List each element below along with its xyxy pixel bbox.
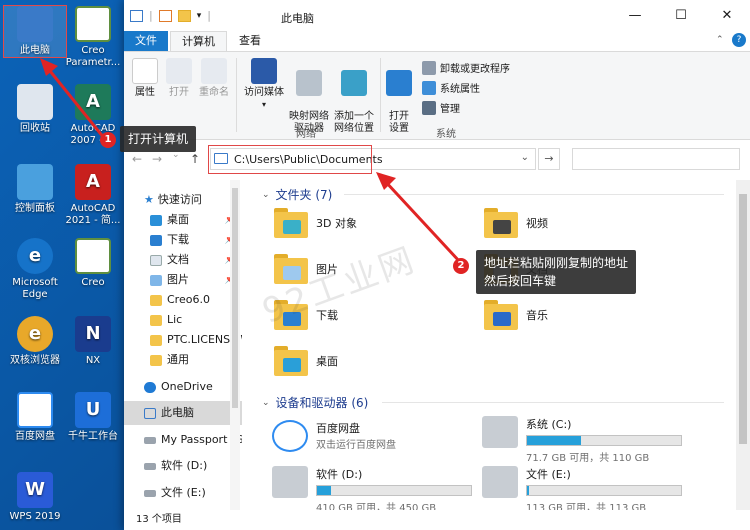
step-callout-1: 打开计算机 [120,126,197,152]
step-callout-2: 地址栏粘贴刚刚复制的地址 然后按回车键 [476,250,637,294]
arrow-head [376,172,396,190]
callout-text: 地址栏粘贴刚刚复制的地址 [484,256,629,270]
arrow-head [40,58,58,76]
callout-text: 打开计算机 [128,132,189,146]
callout-text: 然后按回车键 [484,274,557,288]
step-badge-2: 2 [453,258,469,274]
step-badge-1: 1 [100,132,116,148]
arrow-to-this-pc [44,65,106,139]
